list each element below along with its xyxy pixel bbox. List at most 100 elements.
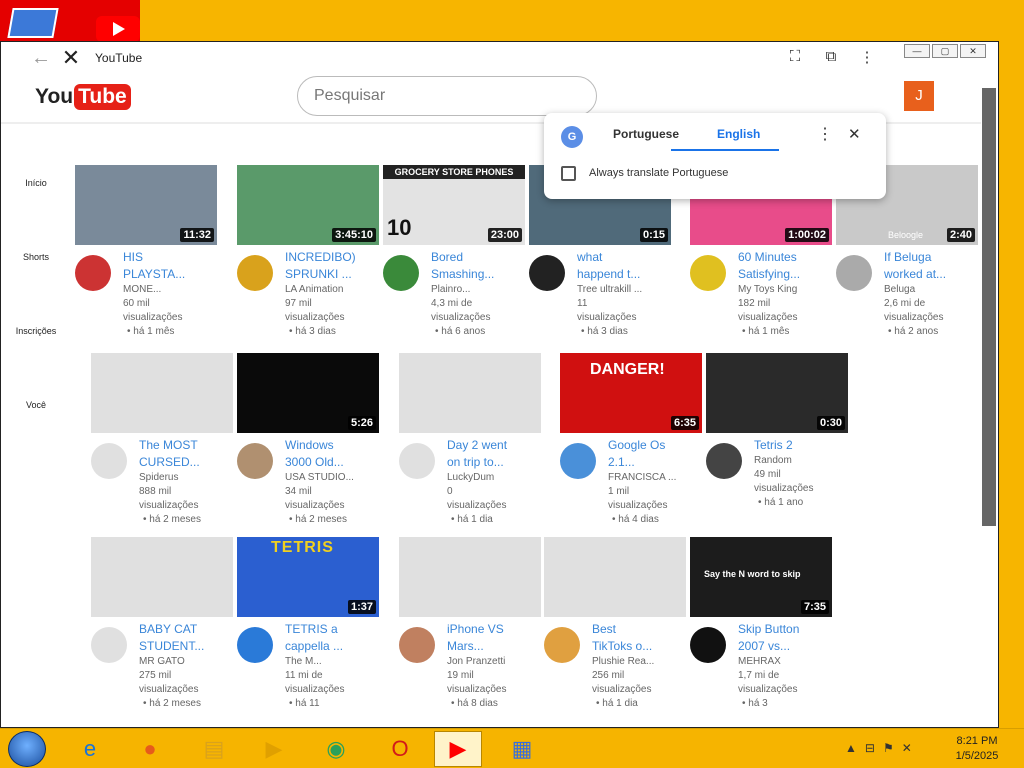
firefox-icon[interactable]: ● — [126, 731, 174, 767]
channel-name[interactable]: USA STUDIO... — [285, 471, 379, 485]
video-title-line2[interactable]: Mars... — [447, 638, 541, 655]
channel-name[interactable]: FRANCISCA ... — [608, 471, 702, 485]
channel-avatar[interactable] — [544, 627, 580, 663]
video-title-line2[interactable]: 3000 Old... — [285, 454, 379, 471]
video-title[interactable]: Tetris 2 — [754, 437, 848, 454]
sidebar-item-shorts[interactable]: Shorts — [1, 252, 71, 262]
channel-avatar[interactable] — [383, 255, 419, 291]
volume-muted-icon[interactable]: ✕ — [902, 741, 912, 755]
video-title-line2[interactable]: 2007 vs... — [738, 638, 832, 655]
maximize-button[interactable]: ▢ — [932, 44, 958, 58]
video-card[interactable]: TETRIS 1:37 TETRIS a cappella ... The M... 11… — [237, 537, 383, 709]
channel-name[interactable]: LuckyDum — [447, 471, 541, 485]
video-title[interactable]: Day 2 went — [447, 437, 541, 454]
video-card[interactable]: Day 2 went on trip to... LuckyDum 0 visualiz… — [399, 353, 545, 525]
channel-avatar[interactable] — [91, 627, 127, 663]
video-thumbnail[interactable] — [399, 537, 541, 617]
video-title-line2[interactable]: SPRUNKI ... — [285, 266, 379, 283]
network-icon[interactable]: ⊟ — [865, 741, 875, 755]
video-title[interactable]: If Beluga — [884, 249, 978, 266]
video-title[interactable]: HIS — [123, 249, 217, 266]
video-title-line2[interactable]: happend t... — [577, 266, 671, 283]
video-title-line2[interactable]: Satisfying... — [738, 266, 832, 283]
search-input[interactable]: Pesquisar — [297, 76, 597, 116]
video-thumbnail[interactable]: 3:45:10 — [237, 165, 379, 245]
video-thumbnail[interactable]: GROCERY STORE PHONES 10 23:00 — [383, 165, 525, 245]
video-card[interactable]: 11:32 HIS PLAYSTA... MONE... 60 mil visualiza… — [75, 165, 221, 337]
video-thumbnail[interactable]: 5:26 — [237, 353, 379, 433]
opera-icon[interactable]: O — [376, 731, 424, 767]
video-title-line2[interactable]: CURSED... — [139, 454, 233, 471]
tab-target-language[interactable]: English — [717, 127, 760, 141]
video-title-line2[interactable]: 2.1... — [608, 454, 702, 471]
channel-name[interactable]: Tree ultrakill ... — [577, 283, 671, 297]
channel-name[interactable]: MEHRAX — [738, 655, 832, 669]
channel-avatar[interactable] — [91, 443, 127, 479]
control-panel-icon[interactable]: ▦ — [498, 731, 546, 767]
video-title[interactable]: BABY CAT — [139, 621, 233, 638]
computer-icon[interactable] — [7, 8, 59, 38]
video-title-line2[interactable]: PLAYSTA... — [123, 266, 217, 283]
flag-icon[interactable]: ⚑ — [883, 741, 894, 755]
video-title[interactable]: what — [577, 249, 671, 266]
channel-name[interactable]: Plushie Rea... — [592, 655, 686, 669]
channel-name[interactable]: Beluga — [884, 283, 978, 297]
channel-name[interactable]: The M... — [285, 655, 379, 669]
channel-avatar[interactable] — [399, 627, 435, 663]
channel-name[interactable]: My Toys King — [738, 283, 832, 297]
video-thumbnail[interactable] — [91, 353, 233, 433]
video-thumbnail[interactable]: 11:32 — [75, 165, 217, 245]
channel-avatar[interactable] — [836, 255, 872, 291]
more-icon[interactable]: ⋮ — [857, 48, 877, 66]
video-card[interactable]: Say the N word to skip 7:35 Skip Button 200… — [690, 537, 836, 709]
channel-avatar[interactable] — [237, 443, 273, 479]
channel-avatar[interactable] — [75, 255, 111, 291]
channel-name[interactable]: Jon Pranzetti — [447, 655, 541, 669]
video-card[interactable]: BABY CAT STUDENT... MR GATO 275 mil visualiz… — [91, 537, 237, 709]
more-options-icon[interactable]: ⋮ — [817, 124, 833, 144]
channel-name[interactable]: Plainro... — [431, 283, 525, 297]
close-button[interactable]: ✕ — [960, 44, 986, 58]
video-thumbnail[interactable]: Say the N word to skip 7:35 — [690, 537, 832, 617]
video-title[interactable]: INCREDIBO) — [285, 249, 379, 266]
video-title-line2[interactable]: Smashing... — [431, 266, 525, 283]
sidebar-item-inscricoes[interactable]: Inscrições — [1, 326, 71, 336]
video-card[interactable]: iPhone VS Mars... Jon Pranzetti 19 mil visua… — [399, 537, 545, 709]
sidebar-item-inicio[interactable]: Início — [1, 178, 71, 188]
channel-avatar[interactable] — [560, 443, 596, 479]
video-title-line2[interactable]: on trip to... — [447, 454, 541, 471]
avatar[interactable]: J — [904, 81, 934, 111]
channel-avatar[interactable] — [237, 627, 273, 663]
video-thumbnail[interactable]: 0:30 — [706, 353, 848, 433]
media-icon[interactable]: ▶ — [250, 731, 298, 767]
video-thumbnail[interactable] — [399, 353, 541, 433]
video-thumbnail[interactable] — [544, 537, 686, 617]
extensions-icon[interactable]: ⧉ — [821, 48, 841, 66]
video-card[interactable]: GROCERY STORE PHONES 10 23:00 Bored Smashing… — [383, 165, 529, 337]
video-card[interactable]: 3:45:10 INCREDIBO) SPRUNKI ... LA Animation… — [237, 165, 383, 337]
explorer-icon[interactable]: ▤ — [190, 731, 238, 767]
video-title[interactable]: Bored — [431, 249, 525, 266]
channel-name[interactable]: Random — [754, 454, 848, 468]
app-icon[interactable]: ◉ — [312, 731, 360, 767]
video-title[interactable]: TETRIS a — [285, 621, 379, 638]
tray-arrow-icon[interactable]: ▲ — [845, 741, 857, 755]
clock[interactable]: 8:21 PM 1/5/2025 — [942, 734, 1012, 764]
channel-avatar[interactable] — [529, 255, 565, 291]
channel-avatar[interactable] — [399, 443, 435, 479]
video-title[interactable]: 60 Minutes — [738, 249, 832, 266]
channel-name[interactable]: MONE... — [123, 283, 217, 297]
start-button[interactable] — [8, 731, 46, 767]
close-icon[interactable]: ✕ — [848, 125, 861, 143]
video-title[interactable]: iPhone VS — [447, 621, 541, 638]
video-title[interactable]: Skip Button — [738, 621, 832, 638]
video-title-line2[interactable]: TikToks o... — [592, 638, 686, 655]
back-arrow-icon[interactable]: ← — [29, 47, 53, 70]
video-thumbnail[interactable]: TETRIS 1:37 — [237, 537, 379, 617]
video-title[interactable]: Google Os — [608, 437, 702, 454]
channel-name[interactable]: Spiderus — [139, 471, 233, 485]
video-card[interactable]: DANGER! 6:35 Google Os 2.1... FRANCISCA ... 1… — [560, 353, 706, 525]
video-card[interactable]: 0:30 Tetris 2 Random 49 mil visualizações • h… — [706, 353, 852, 508]
minimize-button[interactable]: — — [904, 44, 930, 58]
translate-icon[interactable]: ⛶ — [785, 48, 805, 66]
